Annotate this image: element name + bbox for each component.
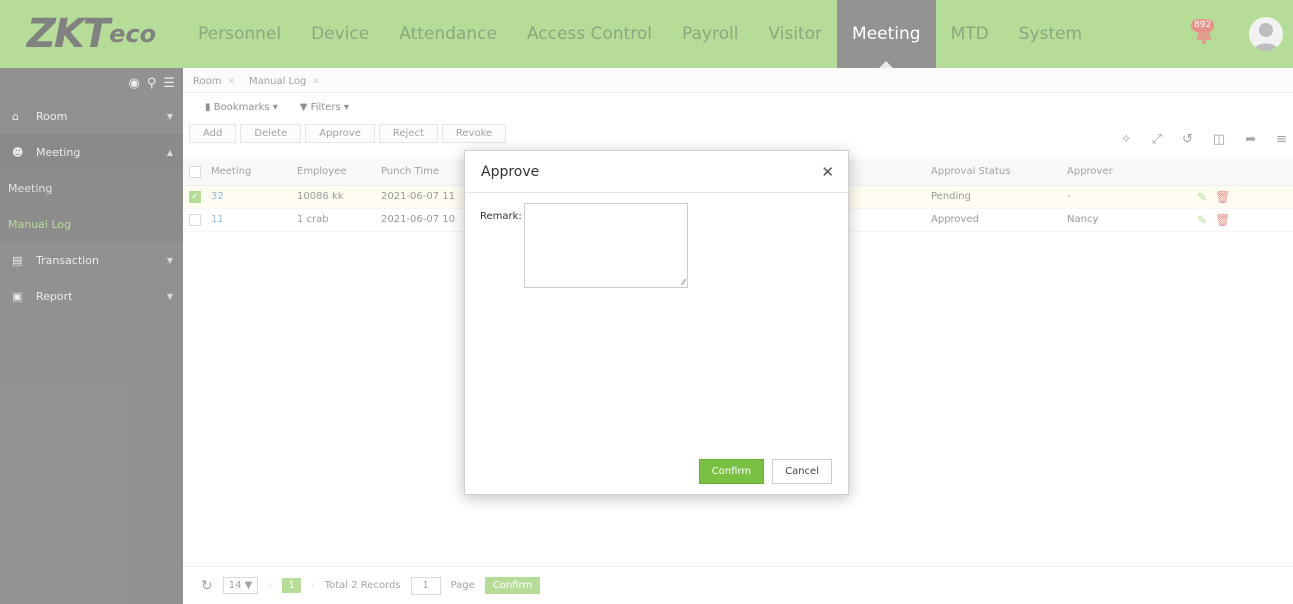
dialog-title: Approve [481, 163, 540, 180]
dialog-body: Remark: [465, 193, 848, 453]
confirm-button[interactable]: Confirm [698, 459, 765, 484]
remark-label: Remark: [480, 211, 522, 222]
remark-textarea[interactable] [524, 203, 688, 288]
close-icon[interactable]: ✕ [821, 163, 834, 181]
approve-dialog: Approve ✕ Remark: Confirm Cancel [464, 150, 849, 495]
dialog-header: Approve ✕ [465, 151, 848, 193]
dialog-footer: Confirm Cancel [698, 459, 832, 484]
cancel-button[interactable]: Cancel [772, 459, 832, 484]
